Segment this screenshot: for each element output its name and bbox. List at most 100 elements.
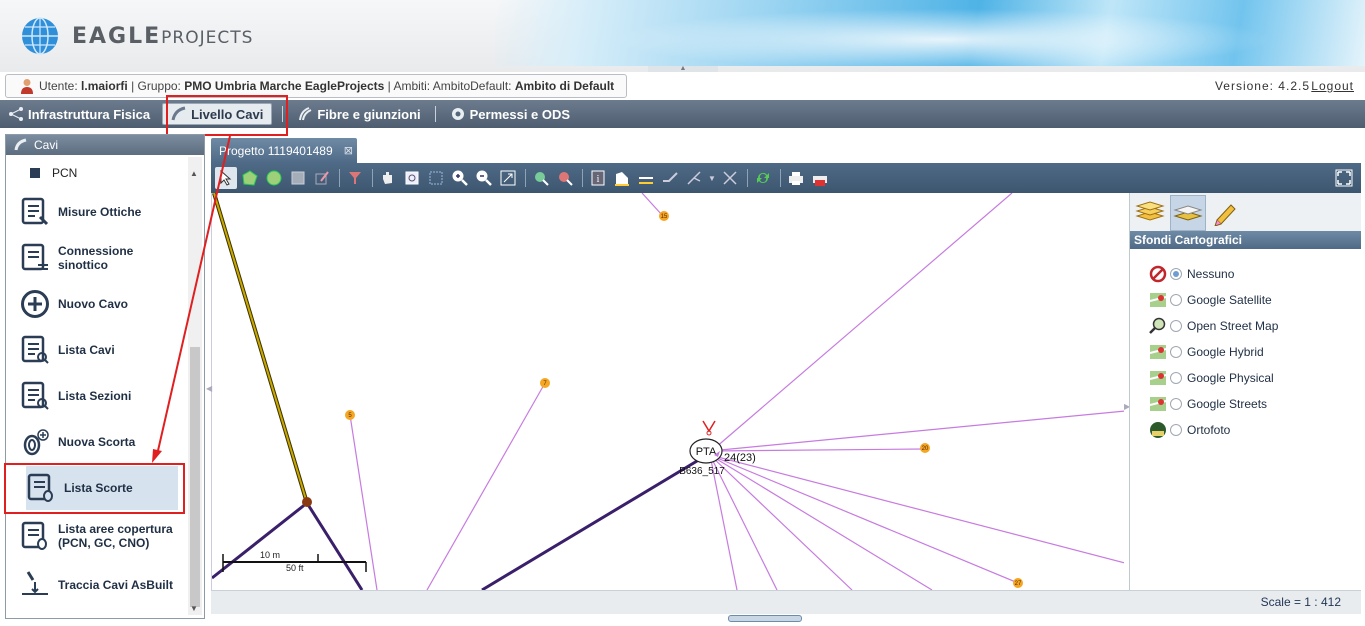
scissors-pin-icon[interactable] — [702, 420, 716, 436]
option-google-physical[interactable]: Google Physical — [1130, 365, 1361, 391]
marker-label: 20 — [922, 446, 929, 452]
header-banner: EAGLEPROJECTS — [0, 0, 1365, 72]
item-label: Nuovo Cavo — [58, 297, 129, 311]
measure-area-button[interactable] — [611, 167, 633, 189]
brand-name: EAGLEPROJECTS — [72, 24, 253, 49]
zoom-next-icon — [559, 172, 573, 186]
list-item-misure-ottiche[interactable]: Misure Ottiche — [20, 194, 178, 230]
zoom-previous-icon — [535, 172, 549, 186]
next-view-button[interactable] — [554, 167, 576, 189]
draw-line-button[interactable] — [659, 167, 681, 189]
logout-link[interactable]: Logout — [1311, 79, 1354, 93]
toolbar-divider — [372, 169, 373, 187]
pan-button[interactable] — [377, 167, 399, 189]
circle-select-icon — [266, 170, 282, 186]
list-item-nuovo-cavo[interactable]: Nuovo Cavo — [20, 286, 178, 322]
close-tab-icon[interactable]: ⊠ — [344, 144, 353, 157]
scale-bar: 10 m 50 ft — [222, 550, 367, 574]
full-extent-button[interactable] — [497, 167, 519, 189]
tab-progetto[interactable]: Progetto 1119401489 ⊠ — [211, 138, 357, 163]
radio-open-street-map[interactable] — [1170, 320, 1182, 332]
option-google-satellite[interactable]: Google Satellite — [1130, 287, 1361, 313]
print-button[interactable] — [785, 167, 807, 189]
left-collapse-arrow-icon[interactable]: ◀ — [206, 384, 212, 393]
cable-purple[interactable] — [714, 193, 1013, 449]
cable-purple[interactable] — [709, 454, 1124, 564]
list-item-lista-scorte[interactable]: Lista Scorte — [26, 466, 178, 510]
cable-purple[interactable] — [709, 410, 1124, 452]
menu-livello-cavi[interactable]: Livello Cavi — [162, 103, 273, 125]
zoom-out-button[interactable] — [473, 167, 495, 189]
option-open-street-map[interactable]: Open Street Map — [1130, 313, 1361, 339]
menu-fibre-giunzioni[interactable]: Fibre e giunzioni — [289, 100, 428, 128]
radio-nessuno[interactable] — [1170, 268, 1182, 280]
refresh-button[interactable] — [752, 167, 774, 189]
toolbar-divider — [525, 169, 526, 187]
option-label: Google Physical — [1187, 371, 1274, 385]
list-item-lista-cavi[interactable]: Lista Cavi — [20, 332, 178, 368]
cable-dark[interactable] — [481, 453, 708, 590]
measure-distance-button[interactable] — [635, 167, 657, 189]
zoom-box-button[interactable] — [401, 167, 423, 189]
list-item-pcn[interactable]: PCN — [20, 164, 178, 182]
cable-yellow[interactable] — [213, 193, 308, 504]
bottom-panel-handle[interactable] — [728, 615, 802, 622]
zoom-extent-button[interactable] — [425, 167, 447, 189]
list-item-traccia-cavi-asbuilt[interactable]: Traccia Cavi AsBuilt — [20, 566, 178, 604]
option-google-hybrid[interactable]: Google Hybrid — [1130, 339, 1361, 365]
cavi-panel-header[interactable]: Cavi — [6, 135, 204, 155]
user-label: Utente: — [39, 79, 78, 93]
select-circle-button[interactable] — [263, 167, 285, 189]
toolbar-divider — [780, 169, 781, 187]
select-polygon-button[interactable] — [239, 167, 261, 189]
cable-purple[interactable] — [641, 193, 663, 216]
radio-google-physical[interactable] — [1170, 372, 1182, 384]
option-nessuno[interactable]: Nessuno — [1130, 261, 1361, 287]
network-icon — [9, 107, 23, 121]
map-status-bar: Scale = 1 : 412 — [211, 590, 1361, 614]
fullscreen-icon[interactable] — [1335, 169, 1353, 187]
menu-infrastruttura-fisica[interactable]: Infrastruttura Fisica — [0, 100, 158, 128]
junction-node[interactable] — [302, 497, 312, 507]
edit-selection-button[interactable] — [311, 167, 333, 189]
map-canvas[interactable]: PTA B636_517 24(23) 15 7 5 20 27 10 m 50… — [211, 193, 1124, 590]
scroll-down-arrow-icon[interactable]: ▼ — [190, 604, 198, 613]
previous-view-button[interactable] — [530, 167, 552, 189]
cut-tool-button[interactable] — [719, 167, 741, 189]
list-item-lista-aree-copertura[interactable]: Lista aree copertura (PCN, GC, CNO) — [20, 514, 178, 558]
tab-layers[interactable] — [1132, 195, 1168, 231]
cable-purple[interactable] — [709, 454, 853, 590]
info-button[interactable]: i — [587, 167, 609, 189]
option-ortofoto[interactable]: Ortofoto — [1130, 417, 1361, 443]
zoom-in-button[interactable] — [449, 167, 471, 189]
tab-edit[interactable] — [1208, 195, 1244, 231]
layers-panel-tabs — [1130, 193, 1361, 231]
route-dropdown-button[interactable]: ▼ — [707, 167, 717, 189]
item-label: Lista aree copertura (PCN, GC, CNO) — [58, 522, 173, 550]
route-button[interactable] — [683, 167, 705, 189]
scroll-up-arrow-icon[interactable]: ▲ — [190, 169, 198, 178]
radio-google-hybrid[interactable] — [1170, 346, 1182, 358]
select-pointer-button[interactable] — [215, 167, 237, 189]
cable-purple[interactable] — [709, 448, 925, 452]
cable-purple[interactable] — [709, 454, 1019, 584]
list-item-connessione-sinottico[interactable]: Connessione sinottico — [20, 240, 178, 276]
menu-permessi-ods[interactable]: Permessi e ODS — [442, 100, 578, 128]
cavi-list-scrollbar[interactable]: ▲ ▼ — [188, 157, 202, 615]
list-item-lista-sezioni[interactable]: Lista Sezioni — [20, 378, 178, 414]
cable-dark[interactable] — [305, 502, 364, 590]
radio-google-satellite[interactable] — [1170, 294, 1182, 306]
scrollbar-thumb[interactable] — [190, 347, 200, 607]
radio-ortofoto[interactable] — [1170, 424, 1182, 436]
export-pdf-button[interactable] — [809, 167, 831, 189]
radio-google-streets[interactable] — [1170, 398, 1182, 410]
list-item-nuova-scorta[interactable]: Nuova Scorta — [20, 424, 178, 460]
option-google-streets[interactable]: Google Streets — [1130, 391, 1361, 417]
cable-purple[interactable] — [426, 382, 546, 590]
cable-icon — [14, 138, 27, 151]
tab-base-maps[interactable] — [1170, 195, 1206, 231]
select-box-button[interactable] — [287, 167, 309, 189]
option-label: Google Satellite — [1187, 293, 1272, 307]
base-maps-header: Sfondi Cartografici — [1130, 231, 1361, 249]
filter-button[interactable] — [344, 167, 366, 189]
